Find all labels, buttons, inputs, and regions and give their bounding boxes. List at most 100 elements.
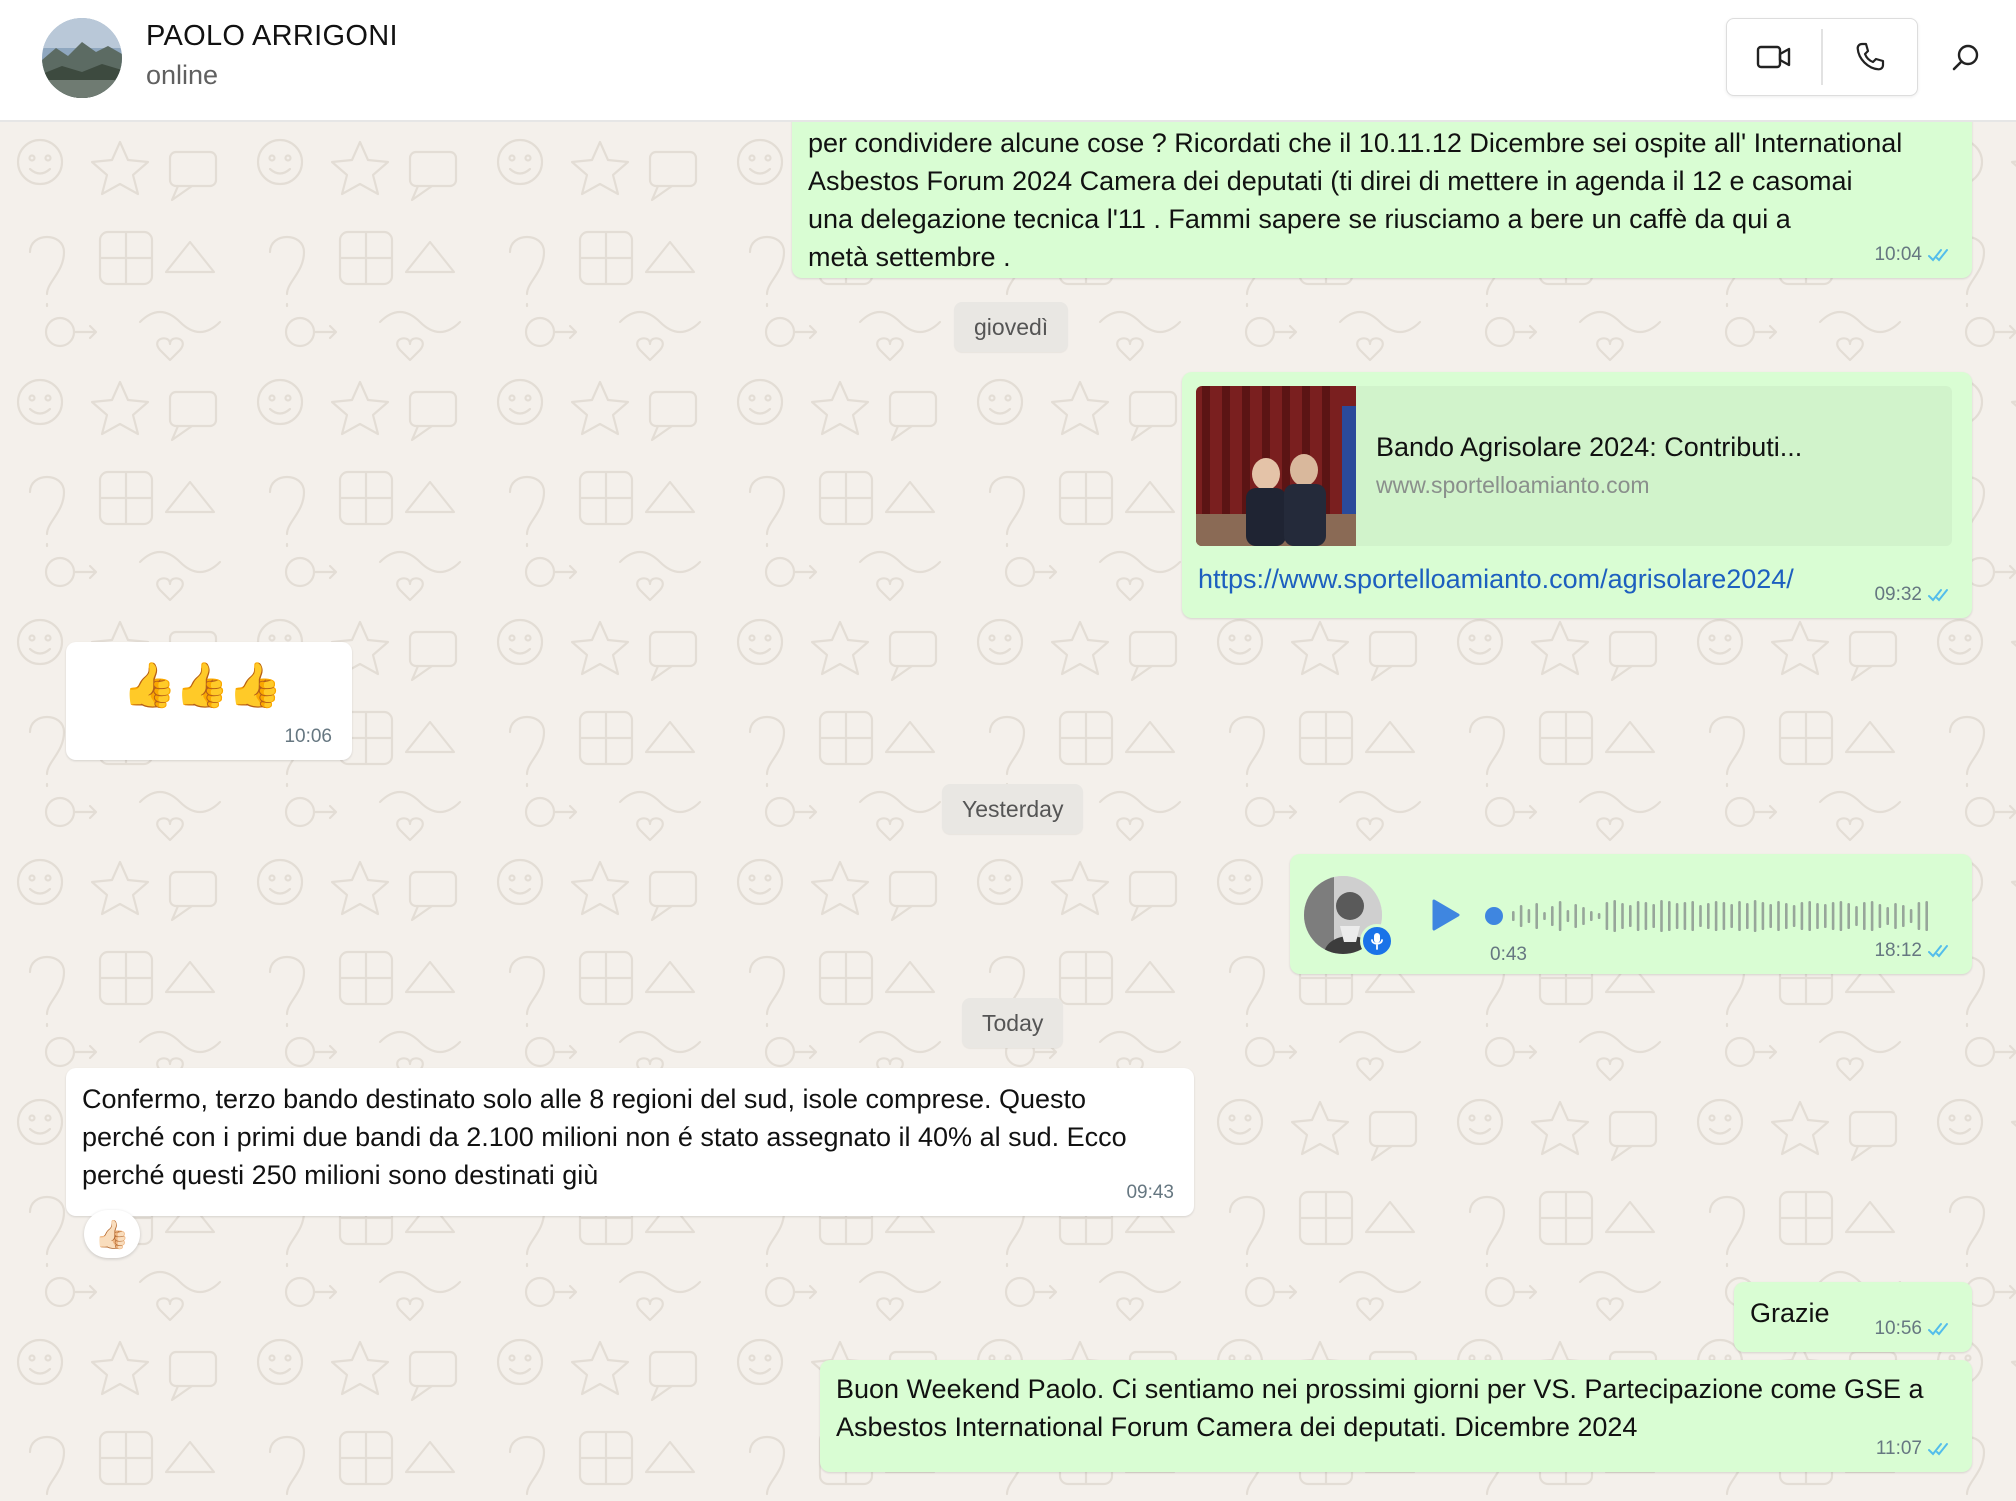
waveform-bar [1535,903,1538,929]
message-meta: 18:12 [1874,940,1952,962]
voice-progress-knob [1485,907,1503,925]
waveform-bar [1831,902,1835,930]
message-bubble-outgoing-link[interactable]: Bando Agrisolare 2024: Contributi... www… [1182,372,1972,618]
waveform-bar [1574,904,1577,928]
message-time: 10:56 [1874,1318,1922,1339]
message-meta: 09:43 [1126,1182,1174,1204]
message-bubble-outgoing[interactable]: per condividere alcune cose ? Ricordati … [792,122,1972,278]
waveform-bar [1753,900,1757,932]
waveform-bar [1714,901,1718,931]
waveform-bar [1886,907,1889,925]
contact-avatar[interactable] [42,18,122,98]
call-button-group [1726,18,1918,96]
message-meta: 11:07 [1876,1438,1952,1460]
voice-call-button[interactable] [1823,19,1917,94]
link-preview-domain: www.sportelloamianto.com [1376,472,1650,498]
waveform-bar [1878,904,1882,928]
waveform-bar [1707,903,1710,929]
contact-name[interactable]: PAOLO ARRIGONI [146,20,398,53]
message-bubble-outgoing[interactable]: Grazie 10:56 [1734,1282,1972,1352]
message-text: per condividere alcune cose ? Ricordati … [808,128,1903,272]
waveform-bar [1894,903,1897,929]
waveform-bar [1590,911,1593,921]
message-time: 09:32 [1874,584,1922,605]
message-bubble-incoming[interactable]: Confermo, terzo bando destinato solo all… [66,1068,1194,1216]
waveform-bar [1917,902,1921,930]
date-separator: giovedì [954,302,1069,352]
read-ticks-icon [1928,1443,1948,1456]
waveform-bar [1512,911,1515,921]
voice-waveform[interactable] [1484,896,1940,936]
read-ticks-icon [1928,589,1948,602]
waveform-bar [1824,904,1827,928]
waveform-bar [1839,901,1843,931]
waveform-bar [1660,900,1663,932]
waveform-bar [1582,907,1585,925]
read-ticks-icon [1928,1323,1948,1336]
message-bubble-outgoing-voice[interactable]: 0:43 18:12 [1290,854,1972,974]
waveform-bar [1925,901,1928,931]
emoji-message: 👍👍👍 [122,661,282,710]
contact-status: online [146,60,219,90]
link-preview-thumbnail [1196,386,1356,546]
waveform-bar [1519,905,1523,927]
message-time: 09:43 [1126,1182,1174,1203]
waveform-bar [1722,902,1726,930]
waveform-bar [1543,912,1546,920]
waveform-bar [1800,902,1804,930]
waveform-bar [1699,905,1702,927]
message-meta: 10:06 [284,726,332,748]
message-meta: 09:32 [1874,584,1952,606]
waveform-bar [1855,906,1858,926]
chat-header: PAOLO ARRIGONI online [0,0,2016,122]
waveform-bar [1621,903,1624,929]
message-link[interactable]: https://www.sportelloamianto.com/agrisol… [1198,564,1794,595]
waveform-bar [1644,902,1648,930]
waveform-bar [1792,905,1796,927]
waveform-bar [1527,909,1531,923]
waveform-bar [1691,901,1694,931]
message-reaction[interactable]: 👍🏻 [84,1210,140,1258]
message-time: 10:04 [1874,244,1922,265]
voice-call-icon [1856,42,1884,70]
waveform-bar [1769,904,1772,928]
link-preview-card[interactable]: Bando Agrisolare 2024: Contributi... www… [1196,386,1952,546]
search-button[interactable] [1944,36,1988,80]
waveform-bar [1551,906,1554,926]
date-separator: Today [962,998,1064,1048]
message-time: 10:06 [284,726,332,747]
waveform-bar [1683,902,1687,930]
waveform-bar [1738,901,1741,931]
message-bubble-incoming-emoji[interactable]: 👍👍👍 10:06 [66,642,352,760]
play-icon[interactable] [1428,898,1462,932]
waveform-bar [1761,902,1765,930]
waveform-bar [1668,901,1671,931]
message-text: Confermo, terzo bando destinato solo all… [82,1084,1127,1190]
message-meta: 10:56 [1874,1318,1952,1340]
voice-duration: 0:43 [1490,944,1527,965]
read-ticks-icon [1928,945,1948,958]
waveform-bar [1605,902,1609,930]
waveform-bar [1652,904,1655,928]
chat-area[interactable]: per condividere alcune cose ? Ricordati … [0,122,2016,1501]
waveform-bar [1777,901,1780,931]
message-time: 11:07 [1875,1438,1922,1459]
waveform-bar [1629,905,1632,927]
waveform-bar [1902,905,1905,927]
waveform-bar [1863,902,1866,930]
waveform-bar [1613,900,1616,932]
video-call-icon [1756,45,1791,68]
message-meta: 10:04 [1874,244,1952,266]
waveform-bar [1558,901,1562,931]
waveform-bar [1816,903,1819,929]
waveform-bar [1746,903,1749,929]
waveform-bar [1909,909,1913,923]
link-preview-title: Bando Agrisolare 2024: Contributi... [1376,432,1803,462]
waveform-bar [1730,904,1733,928]
message-text: Buon Weekend Paolo. Ci sentiamo nei pros… [836,1374,1924,1442]
waveform-bar [1636,901,1640,931]
waveform-bar [1675,903,1679,929]
message-bubble-outgoing[interactable]: Buon Weekend Paolo. Ci sentiamo nei pros… [820,1360,1972,1472]
search-icon [1952,44,1979,71]
video-call-button[interactable] [1727,19,1821,94]
